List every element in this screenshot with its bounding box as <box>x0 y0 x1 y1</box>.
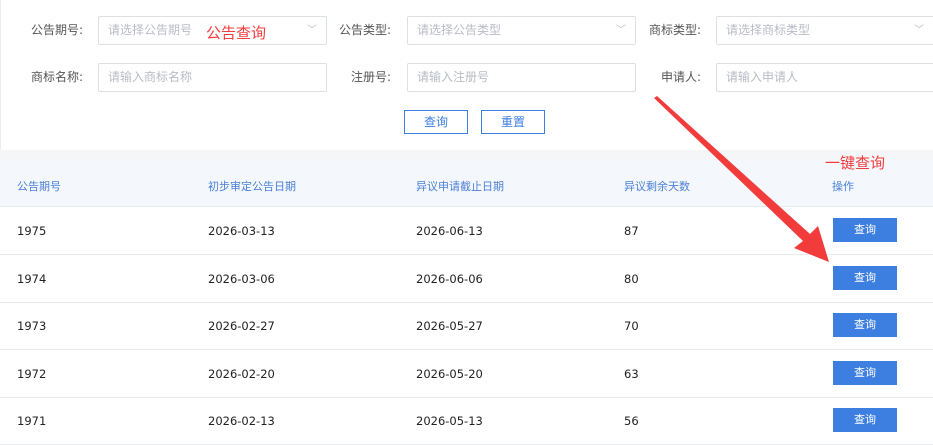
arrow-icon <box>654 96 829 262</box>
